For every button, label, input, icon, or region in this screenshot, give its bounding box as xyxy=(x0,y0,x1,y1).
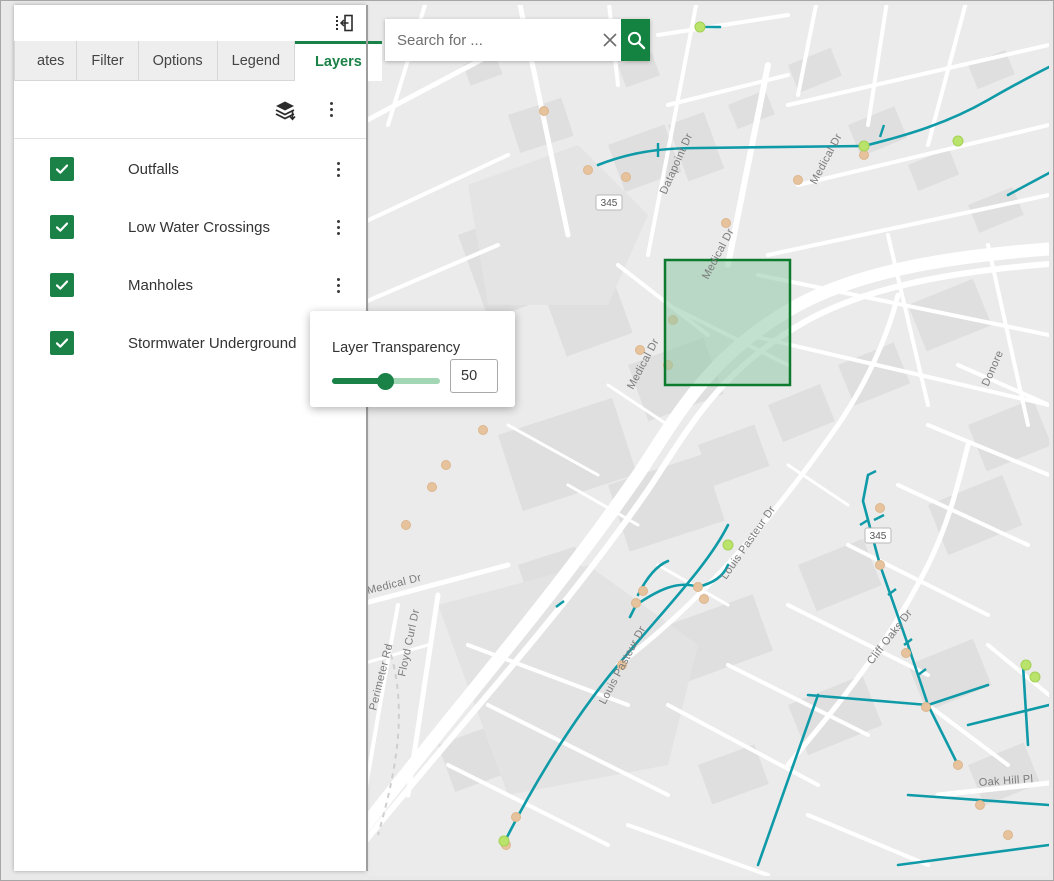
tab-templates[interactable]: ates xyxy=(14,41,78,81)
layer-name-label: Low Water Crossings xyxy=(128,218,270,236)
list-item[interactable]: Outfalls xyxy=(14,140,366,198)
map-graphic: 345 345 Datapoint Dr Medical Dr Medical … xyxy=(368,5,1049,876)
list-item[interactable]: Manholes xyxy=(14,256,366,314)
layer-list: Outfalls Low Water Crossings Manholes St… xyxy=(14,140,366,871)
transparency-title: Layer Transparency xyxy=(332,340,461,356)
layers-add-icon[interactable] xyxy=(272,97,298,123)
layer-name-label: Manholes xyxy=(128,276,194,294)
panel-map-divider xyxy=(366,5,368,871)
panel-top-bar xyxy=(14,5,366,41)
map-canvas[interactable]: 345 345 Datapoint Dr Medical Dr Medical … xyxy=(368,5,1049,876)
layer-name-label: Outfalls xyxy=(128,160,179,178)
tab-legend[interactable]: Legend xyxy=(217,41,296,81)
search-button[interactable] xyxy=(621,19,650,61)
overflow-dots xyxy=(329,102,333,117)
layers-side-panel: ates Filter Options Legend Layers Outfal… xyxy=(14,5,382,871)
tab-filter[interactable]: Filter xyxy=(77,41,139,81)
tab-label: Filter xyxy=(91,52,124,69)
tab-layers[interactable]: Layers xyxy=(295,41,382,81)
check-icon xyxy=(55,222,69,232)
tab-label: Layers xyxy=(315,54,362,70)
more-vertical-icon[interactable] xyxy=(318,97,344,123)
tab-label: Legend xyxy=(231,52,281,69)
check-icon xyxy=(55,338,69,348)
svg-text:345: 345 xyxy=(601,198,618,209)
search-icon xyxy=(627,31,645,50)
slider-thumb[interactable] xyxy=(377,373,394,390)
layer-visibility-checkbox[interactable] xyxy=(50,157,74,181)
panel-tab-strip: ates Filter Options Legend Layers xyxy=(14,41,382,81)
layer-row-menu-icon[interactable] xyxy=(328,274,348,296)
layers-toolbar xyxy=(14,81,366,139)
transparency-slider[interactable] xyxy=(332,373,440,390)
layer-name-label: Stormwater Underground xyxy=(128,334,297,352)
svg-text:345: 345 xyxy=(870,531,887,542)
check-icon xyxy=(55,280,69,290)
map-selection-rectangle xyxy=(663,258,792,387)
layer-row-menu-icon[interactable] xyxy=(328,216,348,238)
layer-transparency-popup: Layer Transparency xyxy=(310,311,515,407)
list-item[interactable]: Low Water Crossings xyxy=(14,198,366,256)
check-icon xyxy=(55,164,69,174)
tab-options[interactable]: Options xyxy=(138,41,218,81)
search-input[interactable] xyxy=(385,19,598,61)
close-icon[interactable] xyxy=(598,19,621,61)
layer-visibility-checkbox[interactable] xyxy=(50,215,74,239)
layer-visibility-checkbox[interactable] xyxy=(50,331,74,355)
application-window: 345 345 Datapoint Dr Medical Dr Medical … xyxy=(0,0,1054,881)
collapse-panel-icon[interactable] xyxy=(332,11,356,35)
tab-label: ates xyxy=(37,52,65,69)
layer-visibility-checkbox[interactable] xyxy=(50,273,74,297)
tab-label: Options xyxy=(152,52,203,69)
map-search-bar[interactable] xyxy=(385,19,650,61)
transparency-value-input[interactable] xyxy=(450,359,498,393)
layer-row-menu-icon[interactable] xyxy=(328,158,348,180)
